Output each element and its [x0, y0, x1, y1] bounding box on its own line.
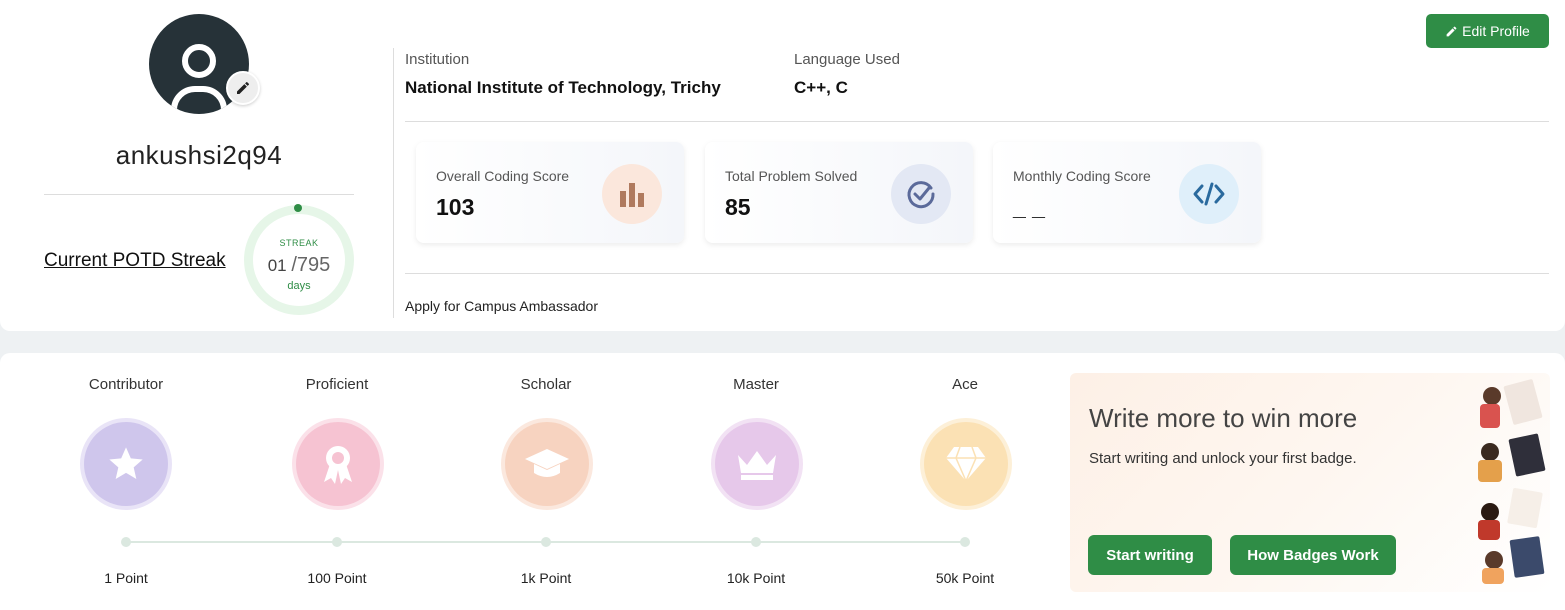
streak-total: /795 — [291, 254, 331, 276]
people-reading-illustration — [1478, 379, 1546, 584]
language-label: Language Used — [794, 51, 900, 68]
graduation-cap-icon[interactable] — [505, 422, 589, 506]
track-dot — [332, 537, 342, 547]
edit-profile-label: Edit Profile — [1462, 23, 1530, 39]
how-badges-work-button[interactable]: How Badges Work — [1230, 535, 1396, 575]
stat-card-overall-score: Overall Coding Score 103 — [416, 142, 684, 243]
edit-avatar-button[interactable] — [226, 71, 260, 105]
streak-progress-dot — [294, 204, 302, 212]
potd-streak-link[interactable]: Current POTD Streak — [44, 250, 226, 272]
vertical-divider — [393, 48, 394, 318]
pencil-icon — [1446, 26, 1457, 36]
language-value: C++, C — [794, 78, 848, 97]
track-dot — [960, 537, 970, 547]
divider — [405, 273, 1549, 274]
track-dot — [121, 537, 131, 547]
stat-card-monthly-score: Monthly Coding Score _ _ — [993, 142, 1261, 243]
stat-value: 103 — [436, 194, 475, 220]
promo-title: Write more to win more — [1089, 403, 1358, 433]
badge-points-master: 10k Point — [726, 570, 786, 586]
start-writing-button[interactable]: Start writing — [1088, 535, 1212, 575]
streak-current: 01 — [267, 256, 287, 275]
badge-points-scholar: 1k Point — [520, 570, 572, 586]
streak-count: 01 /795 — [244, 254, 354, 277]
badge-name-master: Master — [733, 376, 779, 393]
avatar-body — [171, 86, 227, 114]
check-circle-icon — [891, 164, 951, 224]
star-icon[interactable] — [84, 422, 168, 506]
divider — [44, 194, 354, 195]
pencil-icon — [237, 81, 250, 94]
stat-label: Monthly Coding Score — [1013, 168, 1151, 184]
ribbon-icon[interactable] — [296, 422, 380, 506]
campus-ambassador-link[interactable]: Apply for Campus Ambassador — [405, 298, 598, 314]
streak-label: STREAK — [279, 238, 319, 248]
badge-name-contributor: Contributor — [88, 376, 164, 393]
bar-chart-icon — [602, 164, 662, 224]
username: ankushsi2q94 — [115, 140, 283, 170]
track-dot — [751, 537, 761, 547]
badge-name-ace: Ace — [952, 376, 978, 393]
institution-value: National Institute of Technology, Trichy — [405, 78, 721, 97]
streak-unit: days — [287, 280, 311, 292]
badge-name-proficient: Proficient — [305, 376, 369, 393]
track-dot — [541, 537, 551, 547]
stat-label: Overall Coding Score — [436, 168, 570, 184]
stat-label: Total Problem Solved — [725, 168, 858, 184]
badge-points-proficient: 100 Point — [307, 570, 367, 586]
badge-points-contributor: 1 Point — [104, 570, 148, 586]
diamond-icon[interactable] — [924, 422, 1008, 506]
stat-card-problems-solved: Total Problem Solved 85 — [705, 142, 973, 243]
promo-subtitle: Start writing and unlock your first badg… — [1089, 450, 1357, 467]
crown-icon[interactable] — [715, 422, 799, 506]
edit-profile-button[interactable]: Edit Profile — [1426, 14, 1549, 48]
avatar-head — [182, 44, 216, 78]
code-icon — [1179, 164, 1239, 224]
stat-value: 85 — [725, 194, 751, 220]
badge-name-scholar: Scholar — [520, 376, 572, 393]
divider — [405, 121, 1549, 122]
institution-label: Institution — [405, 51, 470, 68]
stat-value: _ _ — [1013, 194, 1045, 220]
badge-points-ace: 50k Point — [935, 570, 995, 586]
